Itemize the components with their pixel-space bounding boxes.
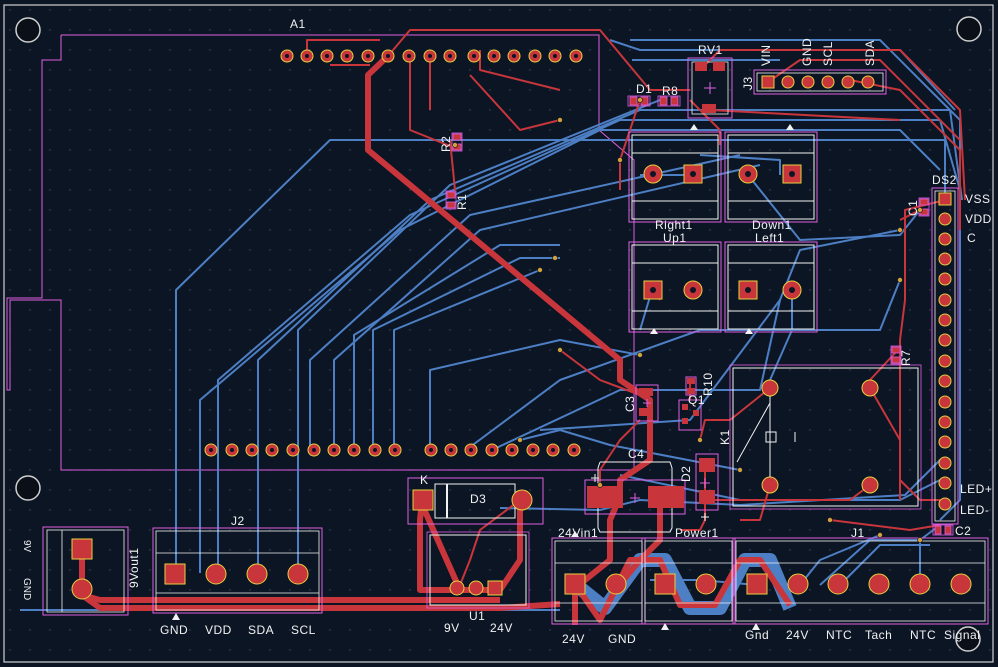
j3-pin-label: SDA <box>863 40 877 66</box>
label-j1: J1 <box>851 526 865 540</box>
label-ds2: DS2 <box>932 173 957 187</box>
j1-pin-label: 24V <box>786 628 809 642</box>
pcb-board-view: A1 RV1 D1 R8 J3 R2 R1 DS2 C1 Right1 Down… <box>0 0 998 667</box>
j3-pin-label: VIN <box>759 44 773 66</box>
j1-pin-label: NTC <box>826 628 852 642</box>
j3-pin-label: SCL <box>821 41 835 66</box>
label-q1: Q1 <box>688 393 705 407</box>
label-c4: C4 <box>628 447 644 461</box>
j1-pin-label: Tach <box>865 628 892 642</box>
label-rv1: RV1 <box>698 43 723 57</box>
label-power1: Power1 <box>675 526 719 540</box>
vout-pin-label: 9V <box>21 540 32 553</box>
ds2-pin-label: C <box>967 231 976 245</box>
label-r1: R1 <box>455 194 469 210</box>
label-d1: D1 <box>636 82 652 96</box>
label-vout: 9Vout1 <box>127 548 141 588</box>
label-j2: J2 <box>231 514 245 528</box>
ds2-pin-label: LED+ <box>960 482 992 496</box>
label-j3: J3 <box>741 76 755 90</box>
label-down1: Down1 <box>752 218 792 232</box>
power-pin-label: 24V <box>562 632 585 646</box>
label-left1: Left1 <box>755 231 784 245</box>
vout-pin-label: GND <box>21 578 32 600</box>
label-u1: U1 <box>469 609 485 623</box>
label-c2: C2 <box>955 524 971 538</box>
power-pin-label: GND <box>608 632 636 646</box>
ds2-pin-label: LED- <box>960 503 989 517</box>
label-up1: Up1 <box>663 231 687 245</box>
u1-pin-label: 9V <box>444 621 460 635</box>
j2-pin-label: VDD <box>205 623 232 637</box>
label-r7: R7 <box>899 350 913 366</box>
j3-pin-label: GND <box>800 38 814 66</box>
label-r8: R8 <box>662 84 678 98</box>
label-d2: D2 <box>679 466 693 482</box>
u1-pin-label: 24V <box>490 621 513 635</box>
j2-pin-label: SDA <box>248 623 274 637</box>
label-vin: 24Vin1 <box>558 526 598 540</box>
j2-pin-label: GND <box>160 623 188 637</box>
ds2-pin-label: VSS <box>965 192 991 206</box>
label-r2: R2 <box>439 136 453 152</box>
label-d3: D3 <box>470 492 486 506</box>
label-c3: C3 <box>623 396 637 412</box>
j1-pin-label: NTC <box>910 628 936 642</box>
label-k1: K1 <box>718 429 732 445</box>
j2-pin-label: SCL <box>291 623 316 637</box>
label-right1: Right1 <box>655 218 693 232</box>
pin-header-a1-top <box>280 49 583 63</box>
label-c1: C1 <box>906 200 920 216</box>
ds2-pin-label: VDD <box>965 212 992 226</box>
label-a1: A1 <box>290 17 306 31</box>
label-k: K <box>420 473 429 487</box>
j1-pin-label: Signal <box>944 628 980 642</box>
j1-pin-label: Gnd <box>745 628 769 642</box>
